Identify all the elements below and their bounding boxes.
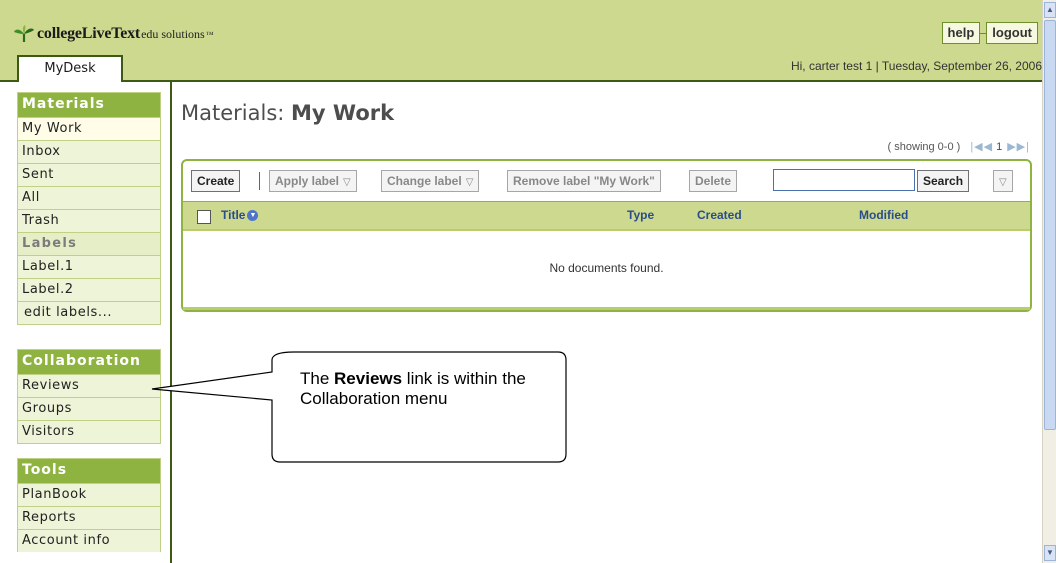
search-input[interactable] (773, 169, 915, 191)
sidebar-item-account-info[interactable]: Account info (18, 529, 160, 552)
sidebar-item-trash[interactable]: Trash (18, 209, 160, 232)
brand-subtitle: edu solutions (141, 26, 205, 41)
sidebar: Materials My Work Inbox Sent All Trash L… (0, 82, 172, 563)
collaboration-menu: Collaboration Reviews Groups Visitors (17, 349, 161, 444)
column-title[interactable]: Title ▼ (221, 208, 259, 222)
page-title-prefix: Materials: (181, 101, 292, 125)
column-modified[interactable]: Modified (859, 208, 908, 222)
chevron-down-icon: ▽ (343, 177, 351, 188)
documents-panel: Create Apply label ▽ Change label ▽ Remove… (181, 159, 1032, 312)
callout-text-bold: Reviews (334, 369, 403, 388)
change-label-button[interactable]: Change label ▽ (381, 170, 480, 192)
change-label-text: Change label (387, 174, 462, 188)
apply-label-button[interactable]: Apply label ▽ (269, 170, 357, 192)
sidebar-item-groups[interactable]: Groups (18, 397, 160, 420)
brand-trademark: ™ (205, 29, 214, 39)
sidebar-item-visitors[interactable]: Visitors (18, 420, 160, 443)
collaboration-heading: Collaboration (18, 350, 160, 374)
page-title: Materials: My Work (181, 101, 394, 125)
scrollbar-thumb[interactable] (1044, 20, 1056, 430)
vertical-scrollbar[interactable]: ▲ ▼ (1042, 0, 1056, 563)
first-page-icon[interactable]: |◀◀ (970, 140, 993, 153)
materials-heading: Materials (18, 93, 160, 117)
remove-label-button[interactable]: Remove label "My Work" (507, 170, 661, 192)
callout-text: The Reviews link is within the Collabora… (300, 369, 550, 409)
page-title-folder: My Work (291, 101, 395, 125)
delete-button[interactable]: Delete (689, 170, 738, 192)
sidebar-item-inbox[interactable]: Inbox (18, 140, 160, 163)
sidebar-item-my-work[interactable]: My Work (18, 117, 160, 140)
sidebar-item-sent[interactable]: Sent (18, 163, 160, 186)
app-header: collegeLiveText edu solutions ™ help log… (0, 0, 1056, 82)
search-options-button[interactable]: ▽ (993, 170, 1013, 192)
help-button[interactable]: help (941, 22, 981, 44)
column-type[interactable]: Type (627, 208, 654, 222)
sidebar-item-label-2[interactable]: Label.2 (18, 278, 160, 301)
apply-label-text: Apply label (275, 174, 340, 188)
sidebar-item-reports[interactable]: Reports (18, 506, 160, 529)
showing-count: ( showing 0-0 ) (887, 140, 961, 153)
page-number[interactable]: 1 (996, 141, 1002, 153)
tools-heading: Tools (18, 459, 160, 483)
callout-text-before: The (300, 369, 335, 388)
edit-labels-link[interactable]: edit labels... (18, 301, 160, 324)
search-button[interactable]: Search (917, 170, 970, 192)
materials-menu: Materials My Work Inbox Sent All Trash L… (17, 92, 161, 325)
chevron-down-icon: ▽ (999, 177, 1007, 188)
last-page-icon[interactable]: ▶▶| (1007, 140, 1030, 153)
sort-down-icon[interactable]: ▼ (247, 210, 259, 222)
documents-toolbar: Create Apply label ▽ Change label ▽ Remove… (183, 161, 1030, 199)
scroll-up-icon[interactable]: ▲ (1044, 2, 1056, 18)
sidebar-item-reviews[interactable]: Reviews (18, 374, 160, 397)
column-title-label: Title (221, 208, 246, 222)
brand-name: collegeLiveText (37, 25, 141, 42)
empty-message: No documents found. (549, 261, 664, 275)
leaf-logo-icon (14, 25, 34, 42)
tools-menu: Tools PlanBook Reports Account info (17, 458, 161, 552)
sidebar-item-planbook[interactable]: PlanBook (18, 483, 160, 506)
panel-bottom-border (183, 307, 1030, 310)
tab-mydesk[interactable]: MyDesk (17, 55, 123, 82)
labels-subheading: Labels (18, 232, 160, 255)
scroll-down-icon[interactable]: ▼ (1044, 545, 1056, 561)
select-all-checkbox[interactable] (197, 210, 211, 224)
chevron-down-icon: ▽ (465, 177, 474, 188)
user-greeting: Hi, carter test 1 | Tuesday, September 2… (790, 59, 1042, 73)
sidebar-item-all[interactable]: All (18, 186, 160, 209)
create-button[interactable]: Create (191, 170, 241, 192)
brand-logo[interactable]: collegeLiveText edu solutions ™ (14, 24, 214, 44)
column-created[interactable]: Created (697, 208, 742, 222)
list-header: Title ▼ Type Created Modified (183, 201, 1030, 231)
sidebar-item-label-1[interactable]: Label.1 (18, 255, 160, 278)
pagination: ( showing 0-0 ) |◀◀ 1 ▶▶| (887, 140, 1030, 154)
top-buttons: help logout (941, 22, 1038, 44)
logout-button[interactable]: logout (986, 22, 1038, 44)
toolbar-divider (259, 172, 260, 190)
